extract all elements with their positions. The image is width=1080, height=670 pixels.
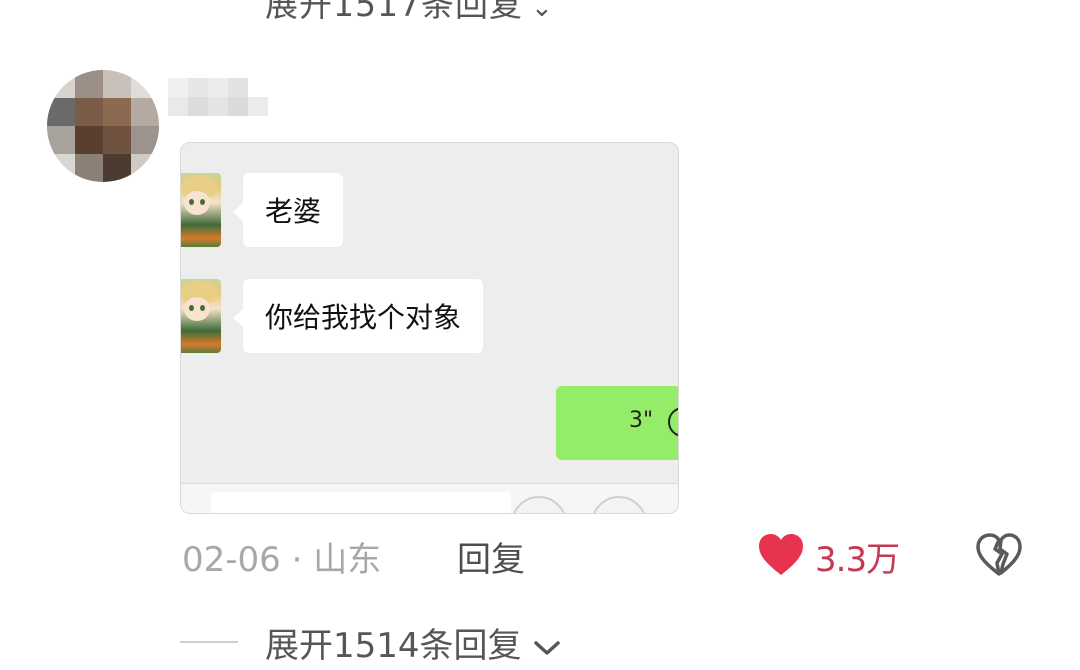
reply-button[interactable]: 回复 <box>457 532 525 581</box>
comment-thread: 展开1517条回复 ⌄ 老婆 你给我找个对象 3" 02-06 · 山东 回复 … <box>0 0 1080 670</box>
chat-message-text: 你给我找个对象 <box>265 301 462 334</box>
voice-duration: 3" <box>629 408 654 433</box>
chat-message-bubble: 老婆 <box>232 173 344 247</box>
chat-screenshot-image[interactable]: 老婆 你给我找个对象 3" <box>180 142 679 514</box>
expand-replies-top-label: 展开1517条回复 <box>265 0 523 24</box>
voice-message-bubble: 3" <box>556 386 678 460</box>
chevron-down-icon <box>533 640 560 655</box>
comment-meta: 02-06 · 山东 <box>182 532 381 581</box>
chat-message-text: 老婆 <box>265 195 322 228</box>
expand-divider <box>180 641 238 643</box>
chat-contact-avatar <box>181 279 221 353</box>
voice-wave-icon <box>668 407 678 437</box>
chat-input-bar <box>181 483 678 513</box>
expand-replies-top[interactable]: 展开1517条回复 ⌄ <box>265 0 554 26</box>
expand-replies-button[interactable]: 展开1514条回复 <box>265 618 562 667</box>
broken-heart-icon[interactable] <box>974 533 1024 577</box>
chat-message-bubble: 你给我找个对象 <box>232 279 484 353</box>
plus-icon <box>591 496 647 513</box>
chat-input-field <box>211 492 511 513</box>
commenter-username[interactable] <box>168 78 268 116</box>
comment-date: 02-06 <box>182 540 281 580</box>
commenter-avatar[interactable] <box>47 70 159 182</box>
chat-contact-avatar <box>181 173 221 247</box>
chevron-down-icon: ⌄ <box>530 0 554 23</box>
heart-icon[interactable] <box>757 533 805 577</box>
emoji-icon <box>511 496 567 513</box>
comment-location: 山东 <box>313 540 382 580</box>
expand-replies-label: 展开1514条回复 <box>265 626 522 666</box>
meta-separator: · <box>291 540 303 580</box>
like-count: 3.3万 <box>815 540 900 580</box>
